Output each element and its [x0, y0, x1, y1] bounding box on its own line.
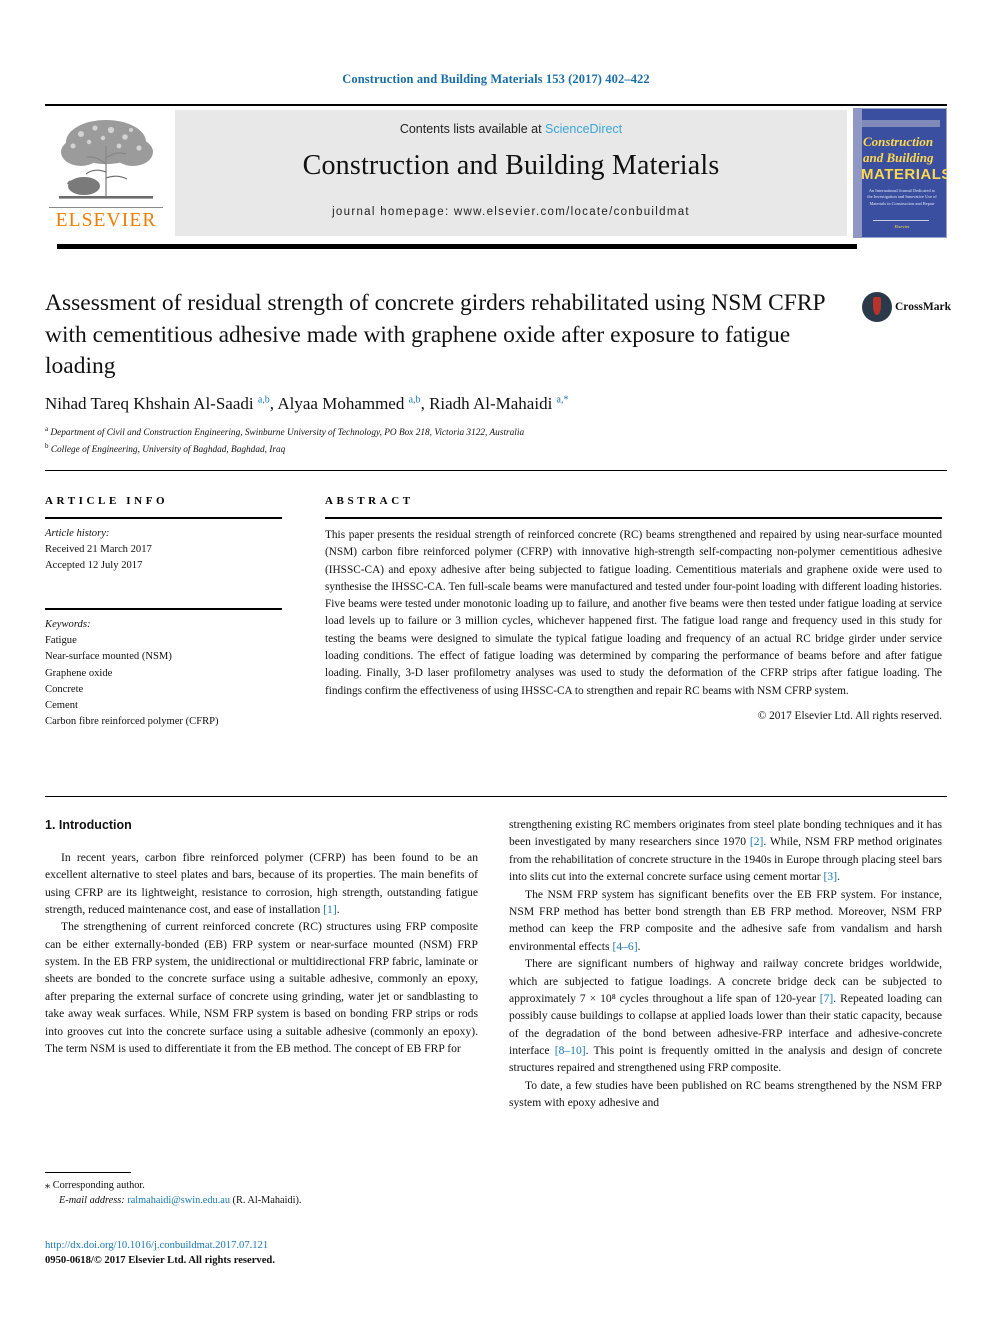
- journal-cover-thumbnail: Construction and Building MATERIALS An I…: [853, 108, 947, 238]
- article-history-label: Article history:: [45, 528, 110, 539]
- issn-copyright: 0950-0618/© 2017 Elsevier Ltd. All right…: [45, 1255, 275, 1267]
- paper-page: Construction and Building Materials 153 …: [0, 0, 992, 1323]
- keywords-block: Keywords: Fatigue Near-surface mounted (…: [45, 617, 282, 730]
- affiliation-a: a Department of Civil and Construction E…: [45, 425, 525, 439]
- keyword-item: Carbon fibre reinforced polymer (CFRP): [45, 715, 219, 727]
- author-list: Nihad Tareq Khshain Al-Saadi a,b, Alyaa …: [45, 394, 569, 413]
- journal-panel: Contents lists available at ScienceDirec…: [175, 110, 847, 236]
- body-column-left: 1. Introduction In recent years, carbon …: [45, 816, 478, 1057]
- paragraph: To date, a few studies have been publish…: [509, 1078, 942, 1110]
- email-owner: (R. Al-Mahaidi).: [232, 1195, 302, 1207]
- corresponding-text: Corresponding author.: [52, 1180, 145, 1191]
- contents-available-line: Contents lists available at ScienceDirec…: [175, 122, 847, 136]
- footnote-block: ⁎ Corresponding author. E-mail address: …: [45, 1178, 478, 1209]
- corresponding-author-line: ⁎ Corresponding author.: [45, 1178, 478, 1193]
- keyword-item: Cement: [45, 699, 78, 711]
- abstract-rule: [325, 517, 942, 519]
- article-accepted: Accepted 12 July 2017: [45, 560, 143, 572]
- journal-title: Construction and Building Materials: [302, 150, 720, 181]
- affiliations: a Department of Civil and Construction E…: [45, 424, 905, 458]
- article-history: Article history: Received 21 March 2017 …: [45, 526, 282, 574]
- journal-homepage[interactable]: journal homepage: www.elsevier.com/locat…: [175, 206, 847, 218]
- paragraph: The NSM FRP system has significant benef…: [509, 887, 942, 953]
- email-address[interactable]: ralmahaidi@swin.edu.au: [127, 1195, 230, 1206]
- paragraph: There are significant numbers of highway…: [509, 957, 942, 1075]
- elsevier-logo: ELSEVIER: [45, 110, 167, 236]
- elsevier-tree-icon: [59, 120, 153, 199]
- affiliation-b: b College of Engineering, University of …: [45, 442, 286, 456]
- rule-under-authors: [45, 470, 947, 471]
- keyword-item: Near-surface mounted (NSM): [45, 651, 172, 663]
- keyword-item: Concrete: [45, 683, 84, 695]
- cover-subtitle: An International Journal Dedicated to th…: [867, 188, 937, 206]
- cover-publisher: Elsevier: [894, 224, 910, 229]
- elsevier-wordmark: ELSEVIER: [55, 210, 157, 231]
- abstract-copyright: © 2017 Elsevier Ltd. All rights reserved…: [757, 709, 942, 722]
- article-info-rule: [45, 517, 282, 519]
- rule-under-abstract: [45, 796, 947, 797]
- page-title: Assessment of residual strength of concr…: [45, 290, 825, 380]
- affiliation-a-text: Department of Civil and Construction Eng…: [50, 428, 525, 439]
- email-label: E-mail address:: [59, 1195, 125, 1207]
- keyword-item: Fatigue: [45, 635, 77, 647]
- running-head: Construction and Building Materials 153 …: [342, 72, 650, 86]
- logo-divider: [49, 207, 163, 208]
- keywords-label: Keywords:: [45, 619, 91, 631]
- keyword-item: Graphene oxide: [45, 667, 113, 679]
- sciencedirect-link[interactable]: ScienceDirect: [545, 122, 622, 136]
- footnote-rule: [45, 1172, 131, 1173]
- header-thick-rule: [57, 244, 857, 249]
- abstract-heading: ABSTRACT: [325, 495, 414, 507]
- corresponding-marker: ⁎: [45, 1180, 51, 1191]
- affiliation-b-text: College of Engineering, University of Ba…: [50, 445, 286, 456]
- crossmark-icon-mark: [873, 297, 881, 315]
- paragraph: The strengthening of current reinforced …: [45, 920, 478, 1056]
- doi-block: http://dx.doi.org/10.1016/j.conbuildmat.…: [45, 1238, 545, 1269]
- section-heading-introduction: 1. Introduction: [45, 818, 132, 832]
- cover-title-line2: and Building: [863, 150, 934, 165]
- crossmark-label: CrossMark: [895, 301, 952, 313]
- crossmark-icon: [862, 292, 892, 322]
- body-column-right: strengthening existing RC members origin…: [509, 816, 942, 1112]
- keywords-rule: [45, 608, 282, 611]
- email-line: E-mail address: ralmahaidi@swin.edu.au (…: [45, 1193, 478, 1208]
- doi-link[interactable]: http://dx.doi.org/10.1016/j.conbuildmat.…: [45, 1238, 545, 1253]
- article-received: Received 21 March 2017: [45, 544, 152, 556]
- article-info-column: ARTICLE INFO Article history: Received 2…: [45, 495, 282, 730]
- journal-header-band: ELSEVIER Contents lists available at Sci…: [45, 106, 947, 238]
- cover-title-line3: MATERIALS: [861, 166, 947, 183]
- cover-title-line1: Construction: [863, 134, 934, 149]
- abstract-text: This paper presents the residual strengt…: [325, 529, 942, 697]
- paragraph: In recent years, carbon fibre reinforced…: [45, 850, 478, 916]
- article-info-heading: ARTICLE INFO: [45, 495, 169, 507]
- contents-prefix: Contents lists available at: [399, 122, 546, 136]
- cover-divider: [873, 220, 929, 221]
- crossmark-badge[interactable]: CrossMark: [862, 292, 952, 338]
- cover-top-bar: [862, 120, 940, 127]
- paragraph: strengthening existing RC members origin…: [509, 818, 942, 884]
- abstract-column: ABSTRACT This paper presents the residua…: [325, 495, 942, 722]
